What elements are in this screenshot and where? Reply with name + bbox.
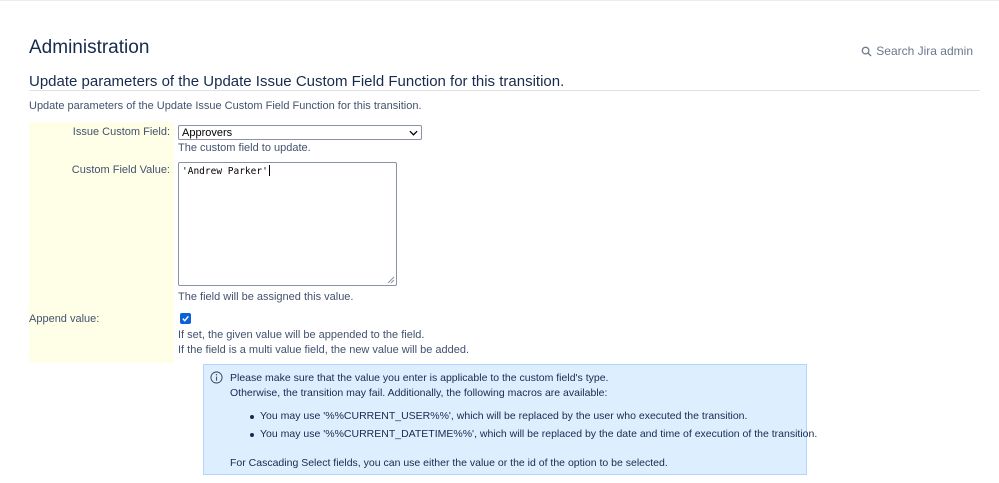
section-description: Update parameters of the Update Issue Cu…	[29, 100, 422, 112]
search-admin-label: Search Jira admin	[876, 44, 973, 58]
top-divider	[0, 0, 999, 1]
bullet-dot	[250, 415, 254, 419]
append-value-checkbox[interactable]	[180, 313, 191, 324]
issue-custom-field-selected: Approvers	[182, 126, 233, 139]
custom-field-value-help: The field will be assigned this value.	[178, 291, 354, 303]
info-line-1: Please make sure that the value you ente…	[230, 372, 609, 384]
info-message-box: Please make sure that the value you ente…	[203, 364, 817, 475]
resize-handle-icon[interactable]	[387, 276, 395, 284]
info-bullet-1: You may use '%%CURRENT_USER%%', which wi…	[260, 410, 748, 422]
issue-custom-field-select[interactable]: Approvers	[178, 125, 422, 140]
checkmark-icon	[182, 315, 189, 322]
info-bullet-2: You may use '%%CURRENT_DATETIME%%', whic…	[260, 428, 818, 440]
append-value-label: Append value:	[29, 313, 100, 325]
append-help-2: If the field is a multi value field, the…	[178, 344, 470, 356]
custom-field-label: Issue Custom Field:	[72, 126, 170, 138]
section-title: Update parameters of the Update Issue Cu…	[29, 73, 565, 90]
custom-field-value-label: Custom Field Value:	[71, 164, 170, 176]
custom-field-value-text: 'Andrew Parker'	[182, 166, 268, 177]
section-divider	[29, 90, 980, 91]
custom-field-help: The custom field to update.	[178, 142, 311, 154]
custom-field-value-textarea[interactable]: 'Andrew Parker'	[178, 162, 397, 286]
info-footer: For Cascading Select fields, you can use…	[230, 457, 668, 469]
chevron-down-icon	[409, 130, 418, 136]
info-icon	[210, 371, 223, 384]
form-labels-column: Issue Custom Field: Custom Field Value: …	[29, 122, 174, 363]
text-caret	[268, 165, 270, 176]
bullet-dot	[250, 433, 254, 437]
append-help-1: If set, the given value will be appended…	[178, 329, 425, 341]
search-admin-link[interactable]: Search Jira admin	[861, 44, 973, 58]
search-icon	[861, 46, 872, 57]
page-title: Administration	[29, 37, 150, 58]
info-line-2: Otherwise, the transition may fail. Addi…	[230, 387, 608, 399]
